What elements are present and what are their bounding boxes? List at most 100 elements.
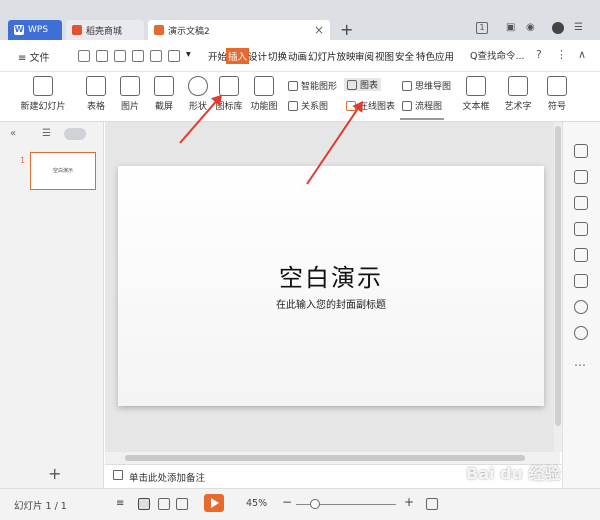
table-label: 表格 (86, 102, 105, 112)
tab-animation[interactable]: 动画 (288, 49, 307, 63)
print-icon[interactable] (114, 50, 126, 62)
more-icon[interactable]: ⋯ (574, 358, 588, 372)
slide-canvas: 空白演示 在此输入您的封面副标题 (105, 122, 560, 462)
help-icon[interactable] (574, 326, 588, 340)
preview-icon[interactable] (132, 50, 144, 62)
vertical-scrollbar[interactable] (554, 122, 562, 452)
relation-label: 关系图 (301, 102, 329, 112)
avatar[interactable] (552, 22, 564, 34)
wps-logo-icon: W (14, 25, 24, 35)
close-tab-icon[interactable]: × (314, 23, 324, 37)
horizontal-scroll-thumb[interactable] (125, 455, 525, 461)
shape-icon (188, 76, 208, 96)
slide-count: 幻灯片 1 / 1 (14, 501, 67, 512)
mindmap-button[interactable]: 思维导图 (402, 79, 451, 92)
collapse-panel-icon[interactable]: « (10, 128, 16, 139)
flowchart-icon (402, 100, 412, 111)
zoom-in-icon[interactable]: + (404, 495, 414, 509)
relation-chart-button[interactable]: 关系图 (288, 99, 328, 112)
new-slide-button[interactable]: 新建幻灯片 (14, 76, 72, 112)
history-icon[interactable] (574, 300, 588, 314)
tab-view[interactable]: 视图 (375, 49, 394, 63)
slide-sorter-icon[interactable] (158, 498, 170, 510)
command-search[interactable]: Q查找命令... (470, 48, 525, 62)
flowchart-button[interactable]: 流程图 (402, 99, 442, 112)
thumbnail-view-icon[interactable] (64, 128, 86, 140)
zoom-level[interactable]: 45% (246, 498, 267, 509)
shape-settings-icon[interactable] (574, 196, 588, 210)
tab-wps[interactable]: W WPS (8, 20, 62, 40)
add-slide-icon[interactable]: + (48, 464, 61, 483)
image-button[interactable]: 图片 (114, 76, 146, 112)
collapse-ribbon-icon[interactable]: ∧ (578, 48, 586, 61)
slide[interactable]: 空白演示 在此输入您的封面副标题 (118, 166, 544, 406)
function-chart-label: 功能图 (250, 102, 278, 112)
tab-transition[interactable]: 切换 (268, 49, 287, 63)
baidu-watermark: Bai du 经验 (466, 464, 561, 483)
slide-thumbnail[interactable]: 空白演示 (30, 152, 96, 190)
tab-design[interactable]: 设计 (248, 49, 267, 63)
customize-icon[interactable]: ▾ (186, 49, 191, 60)
file-menu[interactable]: ≡ 文件 (18, 49, 50, 64)
outline-view-icon[interactable]: ☰ (42, 128, 51, 139)
flowchart-label: 流程图 (415, 102, 443, 112)
slide-title[interactable]: 空白演示 (118, 258, 544, 293)
share-icon[interactable] (574, 274, 588, 288)
zoom-slider-handle[interactable] (310, 499, 320, 509)
smart-graphic-button[interactable]: 智能图形 (288, 79, 337, 92)
textbox-button[interactable]: 文本框 (458, 76, 494, 112)
table-icon (86, 76, 106, 96)
tab-security[interactable]: 安全 (395, 49, 414, 63)
relation-icon (288, 100, 298, 111)
chart-label: 图表 (360, 81, 379, 91)
tab-docer-store[interactable]: 稻壳商城 (66, 20, 144, 40)
shape-label: 形状 (188, 102, 207, 112)
notes-placeholder[interactable]: 单击此处添加备注 (129, 470, 205, 484)
menu-icon[interactable]: ☰ (574, 22, 583, 38)
new-tab-icon[interactable]: + (340, 20, 353, 40)
tab-review[interactable]: 审阅 (355, 49, 374, 63)
undo-icon[interactable] (150, 50, 162, 62)
design-icon[interactable] (574, 248, 588, 262)
vertical-scroll-thumb[interactable] (555, 126, 561, 426)
object-animation-icon[interactable] (574, 144, 588, 158)
tab-label: 演示文稿2 (168, 26, 210, 37)
window-count-badge[interactable]: 1 (476, 22, 488, 34)
chart-button[interactable]: 图表 (344, 78, 382, 91)
reading-view-icon[interactable] (176, 498, 188, 510)
new-slide-label: 新建幻灯片 (20, 102, 66, 112)
screenshot-button[interactable]: 截屏 (148, 76, 180, 112)
more-icon[interactable]: ⋮ (556, 48, 567, 61)
help-icon[interactable]: ? (536, 48, 542, 61)
function-chart-button[interactable]: 功能图 (246, 76, 282, 112)
function-chart-icon (254, 76, 274, 96)
skin-icon[interactable]: ◉ (526, 22, 535, 38)
mindmap-icon (402, 80, 412, 91)
restore-icon[interactable]: ▣ (506, 22, 515, 38)
properties-icon[interactable] (574, 222, 588, 236)
tab-slideshow[interactable]: 幻灯片放映 (308, 49, 356, 63)
zoom-out-icon[interactable]: − (282, 495, 292, 509)
wordart-icon (508, 76, 528, 96)
tab-home[interactable]: 开始 (208, 49, 227, 63)
fit-window-icon[interactable] (426, 498, 438, 510)
status-bar: 幻灯片 1 / 1 ≡ 45% − + (0, 488, 600, 520)
tab-presentation[interactable]: 演示文稿2 × (148, 20, 330, 40)
selection-pane-icon[interactable] (574, 170, 588, 184)
right-sidebar: ⋯ (562, 122, 600, 488)
play-slideshow-button[interactable] (204, 494, 224, 512)
table-button[interactable]: 表格 (80, 76, 112, 112)
thumbnail-number: 1 (20, 156, 26, 165)
redo-icon[interactable] (168, 50, 180, 62)
slide-thumbnail-panel: « ☰ 1 空白演示 + (0, 122, 104, 488)
normal-view-icon[interactable] (138, 498, 150, 510)
view-menu-icon[interactable]: ≡ (116, 498, 128, 510)
symbol-button[interactable]: 符号 (542, 76, 572, 112)
wordart-button[interactable]: 艺术字 (500, 76, 536, 112)
save-icon[interactable] (78, 50, 90, 62)
bar-chart-icon (347, 79, 357, 90)
open-icon[interactable] (96, 50, 108, 62)
tab-special[interactable]: 特色应用 (416, 49, 454, 63)
slide-subtitle[interactable]: 在此输入您的封面副标题 (118, 296, 544, 311)
tab-insert[interactable]: 插入 (226, 48, 250, 64)
